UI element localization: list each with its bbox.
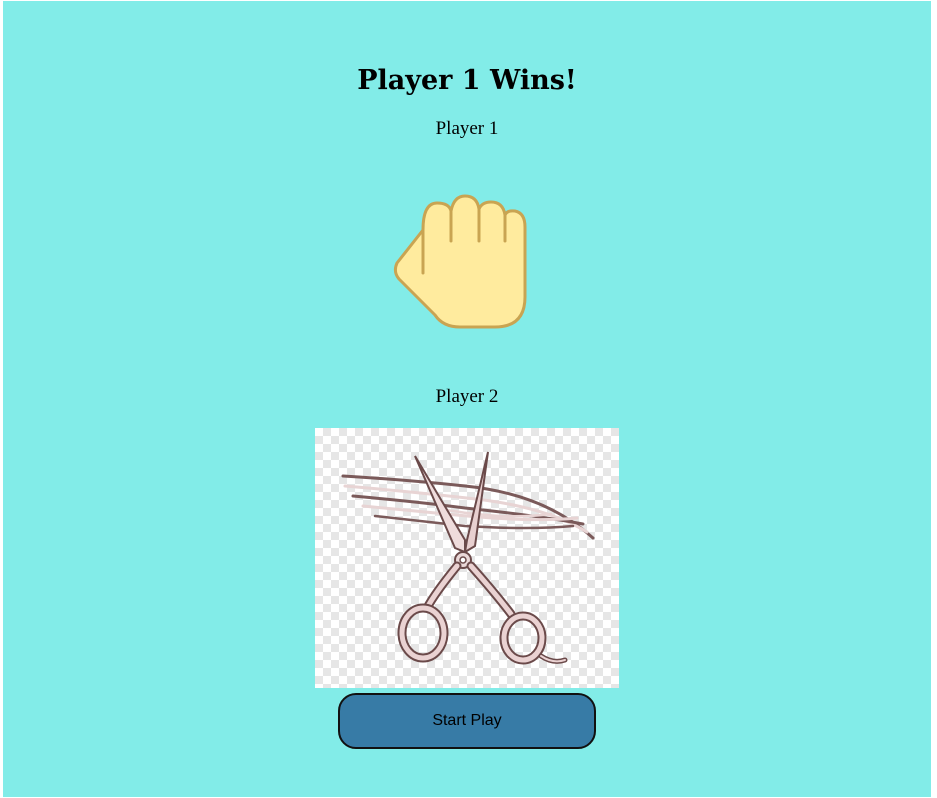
start-play-button[interactable]: Start Play bbox=[338, 693, 596, 749]
rock-fist-icon bbox=[385, 187, 535, 337]
player1-label: Player 1 bbox=[435, 118, 499, 139]
result-title: Player 1 Wins! bbox=[357, 65, 577, 96]
scissors-icon bbox=[315, 428, 619, 688]
game-screen: Player 1 Wins! Player 1 Player 2 Start P… bbox=[3, 1, 931, 797]
player2-label: Player 2 bbox=[435, 386, 499, 407]
